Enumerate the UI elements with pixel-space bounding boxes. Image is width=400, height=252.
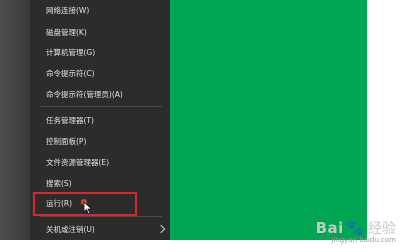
watermark-url: jingyan.baidu.com bbox=[331, 236, 396, 244]
watermark-tail-text: 经验 bbox=[368, 221, 396, 237]
submenu-chevron-right-icon bbox=[156, 224, 166, 234]
menu-item-shutdown-signout[interactable]: 关机或注销(U) bbox=[46, 224, 95, 235]
green-background-panel bbox=[170, 0, 367, 240]
menu-item-disk-management[interactable]: 磁盘管理(K) bbox=[46, 27, 87, 38]
menu-item-search[interactable]: 搜索(S) bbox=[46, 178, 72, 189]
menu-item-command-prompt[interactable]: 命令提示符(C) bbox=[46, 68, 95, 79]
paw-icon: 🐾 bbox=[345, 219, 365, 237]
desktop-edge-strip bbox=[0, 0, 30, 240]
menu-item-computer-management[interactable]: 计算机管理(G) bbox=[46, 47, 95, 58]
mouse-cursor-icon bbox=[83, 201, 93, 215]
menu-item-task-manager[interactable]: 任务管理器(T) bbox=[46, 115, 94, 126]
menu-item-control-panel[interactable]: 控制面板(P) bbox=[46, 136, 86, 147]
menu-item-network-connections[interactable]: 网络连接(W) bbox=[46, 5, 89, 16]
menu-item-file-explorer[interactable]: 文件资源管理器(E) bbox=[46, 157, 109, 168]
watermark-logo-text: Bai bbox=[315, 219, 344, 237]
menu-separator bbox=[40, 216, 162, 217]
menu-separator bbox=[40, 106, 162, 107]
menu-item-command-prompt-admin[interactable]: 命令提示符(管理员)(A) bbox=[46, 89, 123, 100]
screenshot-stage: 网络连接(W) 磁盘管理(K) 计算机管理(G) 命令提示符(C) 命令提示符(… bbox=[0, 0, 400, 252]
baidu-jingyan-watermark: Bai 🐾 经验 jingyan.baidu.com bbox=[316, 218, 396, 244]
